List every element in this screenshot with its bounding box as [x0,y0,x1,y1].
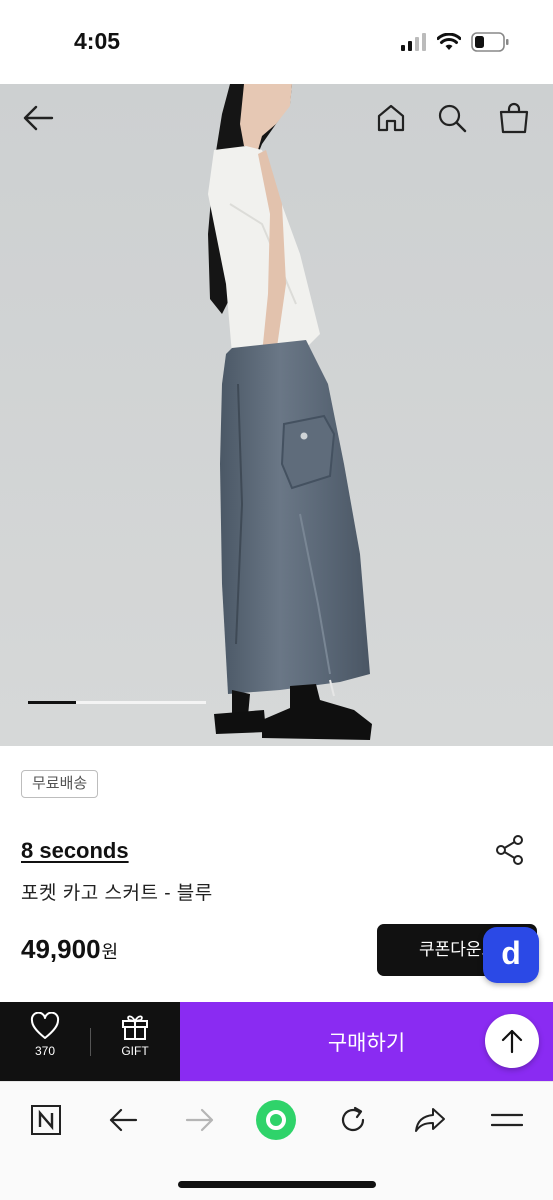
arrow-up-icon [501,1029,523,1054]
scroll-top-button[interactable] [485,1014,539,1068]
back-arrow-icon [23,105,54,131]
home-icon [377,104,405,132]
like-count: 370 [34,1044,56,1058]
browser-back-button[interactable] [101,1098,145,1142]
price-currency: 원 [101,942,119,962]
d-logo-icon: d [501,935,521,971]
shopping-bag-icon [499,102,529,134]
status-icons [401,30,509,54]
naver-home-button[interactable] [24,1098,68,1142]
reload-button[interactable] [331,1098,375,1142]
browser-forward-button[interactable] [178,1098,222,1142]
price-value: 49,900 [21,934,101,964]
like-button[interactable]: 370 [16,1012,74,1074]
cart-button[interactable] [494,98,534,138]
free-shipping-badge: 무료배송 [21,770,99,798]
reload-icon [341,1106,365,1132]
naver-n-icon [31,1105,61,1135]
product-photo [0,84,553,746]
action-box: 370 GIFT [0,1002,180,1081]
product-image-carousel[interactable] [0,84,553,746]
gift-button[interactable]: GIFT [106,1012,164,1074]
home-button[interactable] [371,98,411,138]
home-indicator [178,1181,376,1188]
floating-d-button[interactable]: d [483,927,539,983]
gift-icon [122,1015,148,1040]
share-button[interactable] [494,834,526,866]
menu-icon [491,1113,523,1127]
brand-link[interactable]: 8 seconds [21,838,129,864]
share-icon [496,835,523,865]
browser-forward-icon [185,1108,214,1132]
browser-share-icon [415,1108,445,1132]
gift-label: GIFT [121,1044,149,1058]
purchase-bar: 370 GIFT 구매하기 [0,1002,553,1081]
browser-back-icon [109,1108,138,1132]
menu-button[interactable] [485,1098,529,1142]
browser-share-button[interactable] [408,1098,452,1142]
search-button[interactable] [432,98,472,138]
image-progress-indicator [28,701,77,704]
green-dot-button[interactable] [254,1098,298,1142]
wifi-icon [437,33,461,50]
heart-icon [30,1012,60,1039]
back-button[interactable] [18,98,58,138]
status-time: 4:05 [74,28,121,54]
image-progress-track [28,701,206,704]
divider [90,1028,91,1056]
green-circle-icon [256,1100,296,1140]
status-bar: 4:05 [0,0,553,84]
price: 49,900 원 [21,934,118,965]
search-icon [438,104,467,133]
product-name: 포켓 카고 스커트 - 블루 [21,883,213,904]
battery-icon [471,32,509,52]
signal-icon [401,33,426,51]
